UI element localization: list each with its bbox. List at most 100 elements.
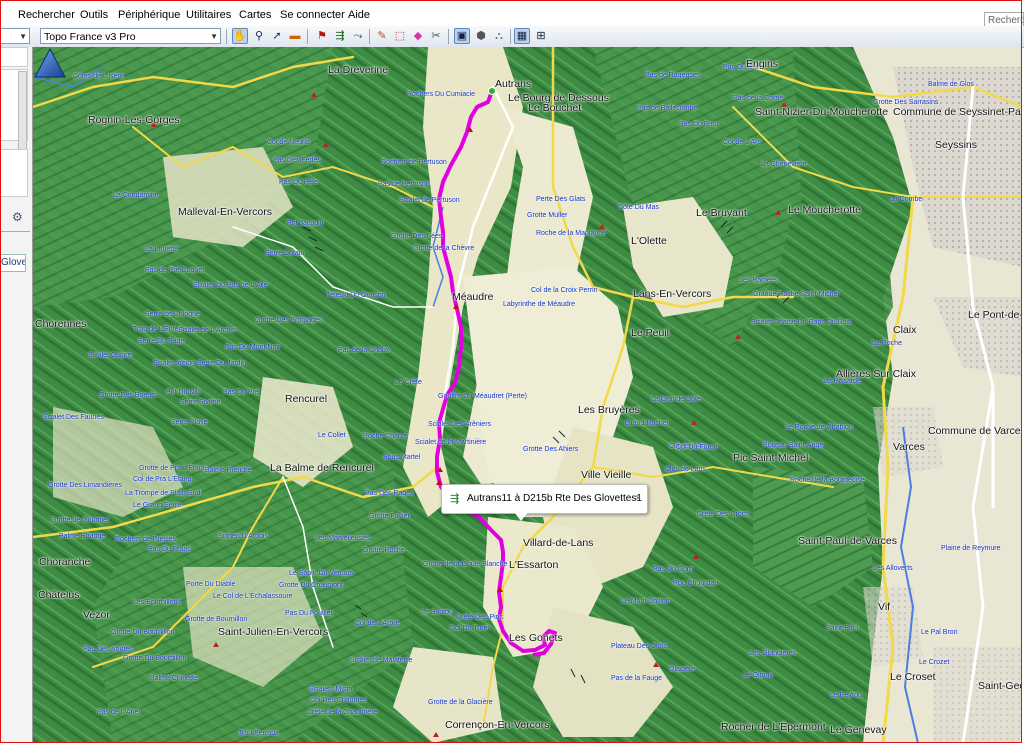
map-place-label[interactable]: Labyrinthe de Méaudre xyxy=(503,299,575,310)
map-place-label[interactable]: Crête Des Crocs xyxy=(697,509,749,520)
map-town-label[interactable]: Malleval-En-Vercors xyxy=(178,207,272,218)
map-place-label[interactable]: Plateau Saint-Ange xyxy=(763,440,823,451)
select-area-button[interactable]: ⬚ xyxy=(392,28,408,44)
zoom-tool-button[interactable]: ⚲ xyxy=(251,28,267,44)
map-place-label[interactable]: Plateau Des Clots xyxy=(611,641,667,652)
map-place-label[interactable]: Pas de la Chaux xyxy=(338,345,389,356)
map-place-label[interactable]: Grotte Du Chalimont xyxy=(279,580,343,591)
map-place-label[interactable]: Col Du Furon xyxy=(676,442,718,453)
map-place-label[interactable]: Les Marvelleuses xyxy=(315,533,369,544)
map-view-2d-button[interactable]: ▣ xyxy=(454,28,470,44)
map-place-label[interactable]: Grotte de Bournillon xyxy=(185,614,247,625)
map-place-label[interactable]: Le Peyrou xyxy=(830,690,862,701)
left-combo[interactable]: ▼ xyxy=(0,28,30,44)
map-place-label[interactable]: Grotte Des Ahiers xyxy=(523,444,578,455)
map-town-label[interactable]: Allières Sur Claix xyxy=(836,369,916,380)
left-panel-item[interactable]: Glove xyxy=(0,254,26,272)
left-list-lower[interactable] xyxy=(0,149,28,197)
map-town-label[interactable]: Les Bruyères xyxy=(578,405,640,416)
map-place-label[interactable]: Crête Des Pins xyxy=(456,612,503,623)
map-place-label[interactable]: Grotte Des Fromages xyxy=(255,315,322,326)
map-place-label[interactable]: Grotte de Pra L'Étang xyxy=(139,463,207,474)
map-town-label[interactable]: Le Croset xyxy=(890,672,936,683)
route-tool-button[interactable]: ⇶ xyxy=(332,28,348,44)
map-place-label[interactable]: Scialet Chaise Du Ranc Du Buis xyxy=(751,317,851,328)
map-town-label[interactable]: L'Olette xyxy=(631,236,667,247)
map-place-label[interactable]: Balme Étrange xyxy=(59,531,105,542)
map-place-label[interactable]: Scialet Des Arêniers xyxy=(428,419,491,430)
map-town-label[interactable]: Les Gonets xyxy=(509,633,563,644)
map-place-label[interactable]: Pas Du Fouillet xyxy=(285,608,332,619)
map-town-label[interactable]: Le Pont-de- xyxy=(968,310,1022,321)
map-town-label[interactable]: L'Essarton xyxy=(509,560,558,571)
map-place-label[interactable]: Balme Chinette xyxy=(150,673,198,684)
map-place-label[interactable]: Scialet Des Fauries xyxy=(43,412,104,423)
map-place-label[interactable]: Les Alloverts xyxy=(873,563,913,574)
map-place-label[interactable]: Col de Pra L'Étang xyxy=(133,474,192,485)
map-town-label[interactable]: Varces xyxy=(893,442,925,453)
map-place-label[interactable]: Scialet de la Martinière xyxy=(415,437,486,448)
map-place-label[interactable]: Pas Des Fèdes xyxy=(273,155,321,166)
map-town-label[interactable]: Saint-Paul-de-Varces xyxy=(798,536,897,547)
map-town-label[interactable]: Chorennes xyxy=(35,319,86,330)
map-town-label[interactable]: Saint-Julien-En-Vercors xyxy=(218,627,328,638)
map-place-label[interactable]: Sipheri D'Arbois xyxy=(218,531,268,542)
map-town-label[interactable]: Autrans xyxy=(495,79,531,90)
gear-icon[interactable]: ⚙ xyxy=(12,210,23,224)
map-place-label[interactable]: Col de la Croix Perrin xyxy=(531,285,598,296)
zoom-extent-button[interactable]: ⊞ xyxy=(533,28,549,44)
map-town-label[interactable]: Ville Vieille xyxy=(581,470,631,481)
waypoint-tool-button[interactable]: ⚑ xyxy=(314,28,330,44)
map-town-label[interactable]: La Dreverine xyxy=(328,65,388,76)
map-place-label[interactable]: La Lunette xyxy=(145,244,178,255)
map-place-label[interactable]: Pas Du Franc xyxy=(148,544,191,555)
map-town-label[interactable]: Rencurel xyxy=(285,394,327,405)
map-town-label[interactable]: Villard-de-Lans xyxy=(523,538,593,549)
map-place-label[interactable]: Glacière xyxy=(669,664,695,675)
map-place-label[interactable]: Pas Du Mont Noir xyxy=(225,342,280,353)
map-place-label[interactable]: Roche de la Manianne xyxy=(536,228,606,239)
map-place-label[interactable]: Scialet de L'Archer xyxy=(178,325,237,336)
map-town-label[interactable]: Pic Saint-Michel xyxy=(733,453,808,464)
measure-tool-button[interactable]: ▬ xyxy=(287,28,303,44)
map-place-label[interactable]: Serre Du Jardin xyxy=(197,358,246,369)
map-place-label[interactable]: Saint-Paul xyxy=(826,623,858,634)
map-place-label[interactable]: Côtes de L'Isère xyxy=(73,71,124,82)
map-place-label[interactable]: Rochers Du Cumiacie xyxy=(407,89,475,100)
map-place-label[interactable]: Scialet de Pertuson xyxy=(399,195,460,206)
map-place-label[interactable]: La Trompe de Plain-Sud xyxy=(125,488,201,499)
tools-button[interactable]: ✂ xyxy=(428,28,444,44)
map-place-label[interactable]: Pas de Rageuses xyxy=(645,70,700,81)
map-place-label[interactable]: Pas de Pré Coquet xyxy=(145,265,204,276)
map-town-label[interactable]: Vif xyxy=(878,602,890,613)
map-place-label[interactable]: Pas Du Fête xyxy=(279,177,318,188)
map-town-label[interactable]: Châtelus xyxy=(38,590,79,601)
map-place-label[interactable]: Grotte de la Chèvre xyxy=(413,243,474,254)
map-place-label[interactable]: Le Crête xyxy=(395,377,422,388)
map-town-label[interactable]: Commune de Varce xyxy=(928,426,1021,437)
menu-se-connecter[interactable]: Se connecter xyxy=(280,9,345,21)
map-town-label[interactable]: Rognin-Les-Gorges xyxy=(88,115,180,126)
map-place-label[interactable]: La Roche xyxy=(872,338,902,349)
map-town-label[interactable]: Saint-Geoi xyxy=(978,681,1022,692)
map-place-label[interactable]: Grotte Des Limandières xyxy=(48,480,122,491)
map-place-label[interactable]: Grotte Du Bourbillon xyxy=(123,653,186,664)
menu-rechercher[interactable]: Rechercher xyxy=(18,9,75,21)
map-place-label[interactable]: Grotte Favier xyxy=(369,511,410,522)
menu-utilitaires[interactable]: Utilitaires xyxy=(186,9,231,21)
track-tool-button[interactable]: ⤳ xyxy=(350,28,366,44)
map-place-label[interactable]: Col de L'Arbre xyxy=(355,618,400,629)
select-tool-button[interactable]: ➚ xyxy=(269,28,285,44)
map-place-label[interactable]: Perte Des Glats xyxy=(536,194,585,205)
map-place-label[interactable]: Pas Des Rages xyxy=(365,488,414,499)
map-place-label[interactable]: Le Grand Serre xyxy=(133,500,181,511)
pencil-tool-button[interactable]: ✎ xyxy=(374,28,390,44)
map-place-label[interactable]: La Combe xyxy=(890,194,922,205)
map-place-label[interactable]: Col de Neuria xyxy=(267,137,310,148)
map-place-label[interactable]: Pas Du Pré xyxy=(223,387,259,398)
map-place-label[interactable]: Pas de Pertuson xyxy=(378,179,430,190)
map-place-label[interactable]: Grotte de la Glacière xyxy=(428,697,493,708)
map-place-label[interactable]: Balme Riendre xyxy=(205,465,251,476)
map-town-label[interactable]: Corrençon-En-Vercors xyxy=(445,720,549,731)
map-place-label[interactable]: Crête de la Chaumière xyxy=(307,707,377,718)
